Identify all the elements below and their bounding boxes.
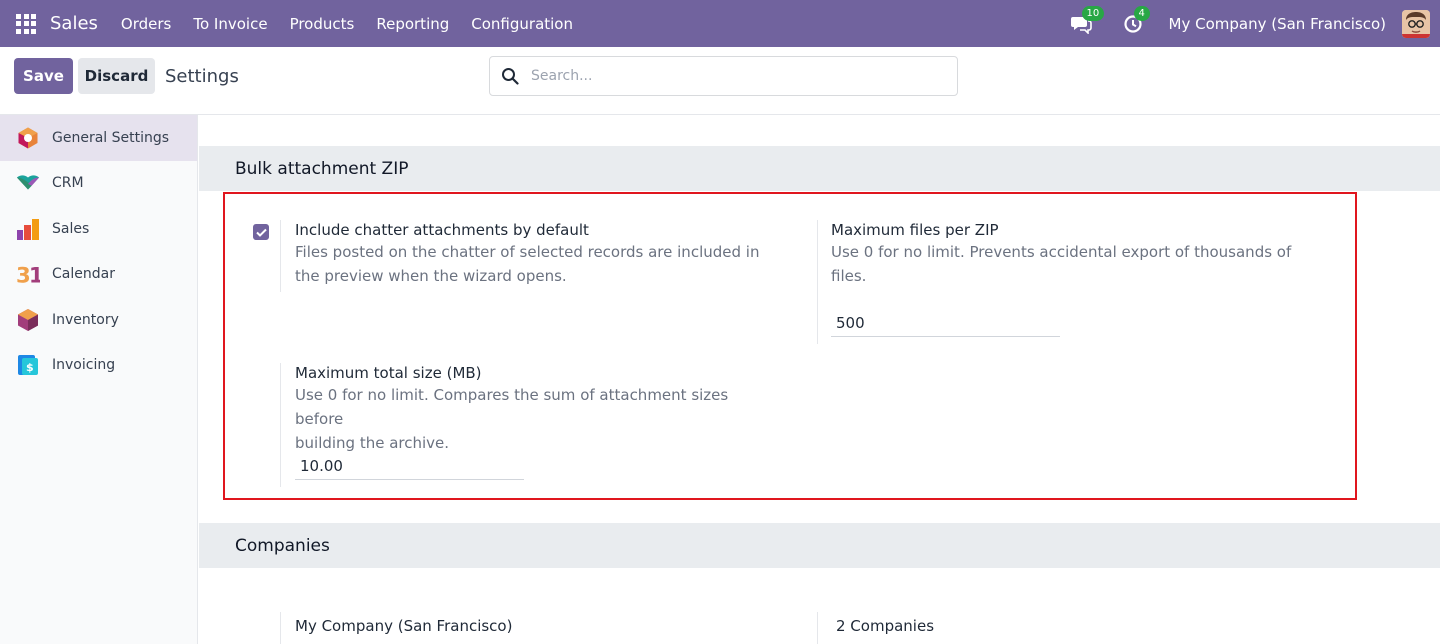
section-header-bulk-zip: Bulk attachment ZIP	[199, 146, 1440, 191]
menu-orders[interactable]: Orders	[121, 15, 171, 33]
search-icon	[502, 68, 519, 85]
calendar-icon: 3 1	[16, 262, 40, 287]
setting-divider	[280, 220, 281, 292]
apps-grid-icon[interactable]	[16, 13, 36, 34]
checkmark-icon	[255, 228, 267, 237]
setting-title: Include chatter attachments by default	[295, 221, 589, 239]
sales-icon	[16, 217, 40, 241]
setting-title: Maximum total size (MB)	[295, 364, 482, 382]
section-header-companies: Companies	[199, 523, 1440, 568]
company-name: My Company (San Francisco)	[295, 617, 513, 635]
current-company: My Company (San Francisco)	[295, 617, 512, 635]
max-size-input[interactable]: 10.00	[295, 455, 524, 480]
setting-description: the preview when the wizard opens.	[295, 267, 567, 285]
discard-button[interactable]: Discard	[78, 58, 155, 94]
invoicing-icon: $	[16, 353, 40, 377]
sidebar-item-label: Inventory	[52, 311, 119, 328]
setting-divider	[817, 220, 818, 344]
setting-description: Files posted on the chatter of selected …	[295, 243, 760, 261]
app-brand[interactable]: Sales	[50, 13, 98, 34]
max-files-input[interactable]: 500	[831, 312, 1060, 337]
menu-reporting[interactable]: Reporting	[376, 15, 449, 33]
menu-configuration[interactable]: Configuration	[471, 15, 573, 33]
company-switcher[interactable]: My Company (San Francisco)	[1169, 15, 1386, 33]
sidebar-item-crm[interactable]: CRM	[0, 161, 197, 207]
setting-divider	[280, 612, 281, 644]
sidebar-item-sales[interactable]: Sales	[0, 206, 197, 252]
setting-description: Use 0 for no limit. Compares the sum of …	[295, 386, 729, 428]
svg-text:$: $	[26, 361, 34, 374]
companies-count-label[interactable]: 2 Companies	[836, 617, 934, 635]
user-avatar[interactable]	[1402, 9, 1430, 38]
sidebar-item-general-settings[interactable]: General Settings	[0, 115, 197, 161]
setting-description: files.	[831, 267, 867, 285]
sidebar-item-label: Invoicing	[52, 357, 116, 374]
activities-button[interactable]: 4	[1121, 5, 1150, 36]
menu-products[interactable]: Products	[290, 15, 355, 33]
companies-count: 2 Companies	[836, 617, 934, 635]
sidebar-item-label: General Settings	[52, 129, 170, 146]
general-settings-icon	[16, 126, 40, 150]
activities-count-badge: 4	[1133, 5, 1150, 21]
crm-icon	[16, 171, 40, 195]
setting-include-chatter: Include chatter attachments by default F…	[295, 221, 765, 288]
sidebar-item-label: CRM	[52, 175, 84, 192]
include-chatter-checkbox[interactable]	[253, 224, 269, 240]
inventory-icon	[16, 308, 40, 332]
menu-to-invoice[interactable]: To Invoice	[193, 15, 267, 33]
search-bar[interactable]	[489, 56, 958, 96]
setting-description: Use 0 for no limit. Prevents accidental …	[831, 243, 1292, 261]
sidebar-item-label: Calendar	[52, 266, 115, 283]
sidebar-item-inventory[interactable]: Inventory	[0, 297, 197, 343]
messages-button[interactable]: 10	[1069, 5, 1105, 36]
setting-title: Maximum files per ZIP	[831, 221, 999, 239]
settings-sidebar: General Settings CRM Sales 3 1	[0, 115, 198, 644]
setting-description: building the archive.	[295, 434, 450, 452]
setting-max-files: Maximum files per ZIP Use 0 for no limit…	[831, 221, 1301, 288]
setting-max-size: Maximum total size (MB) Use 0 for no lim…	[295, 364, 775, 455]
messages-count-badge: 10	[1081, 5, 1105, 21]
svg-text:1: 1	[29, 264, 40, 287]
top-navbar: Sales Orders To Invoice Products Reporti…	[0, 0, 1440, 47]
sidebar-item-invoicing[interactable]: $ Invoicing	[0, 343, 197, 389]
settings-content: Bulk attachment ZIP Include chatter atta…	[199, 115, 1440, 644]
save-button[interactable]: Save	[14, 58, 73, 94]
search-input[interactable]	[531, 68, 931, 84]
sidebar-item-label: Sales	[52, 220, 90, 237]
setting-divider	[817, 612, 818, 644]
sidebar-item-calendar[interactable]: 3 1 Calendar	[0, 252, 197, 298]
setting-divider	[280, 363, 281, 487]
control-panel: Save Discard Settings	[0, 47, 1440, 115]
page-title: Settings	[165, 66, 239, 87]
